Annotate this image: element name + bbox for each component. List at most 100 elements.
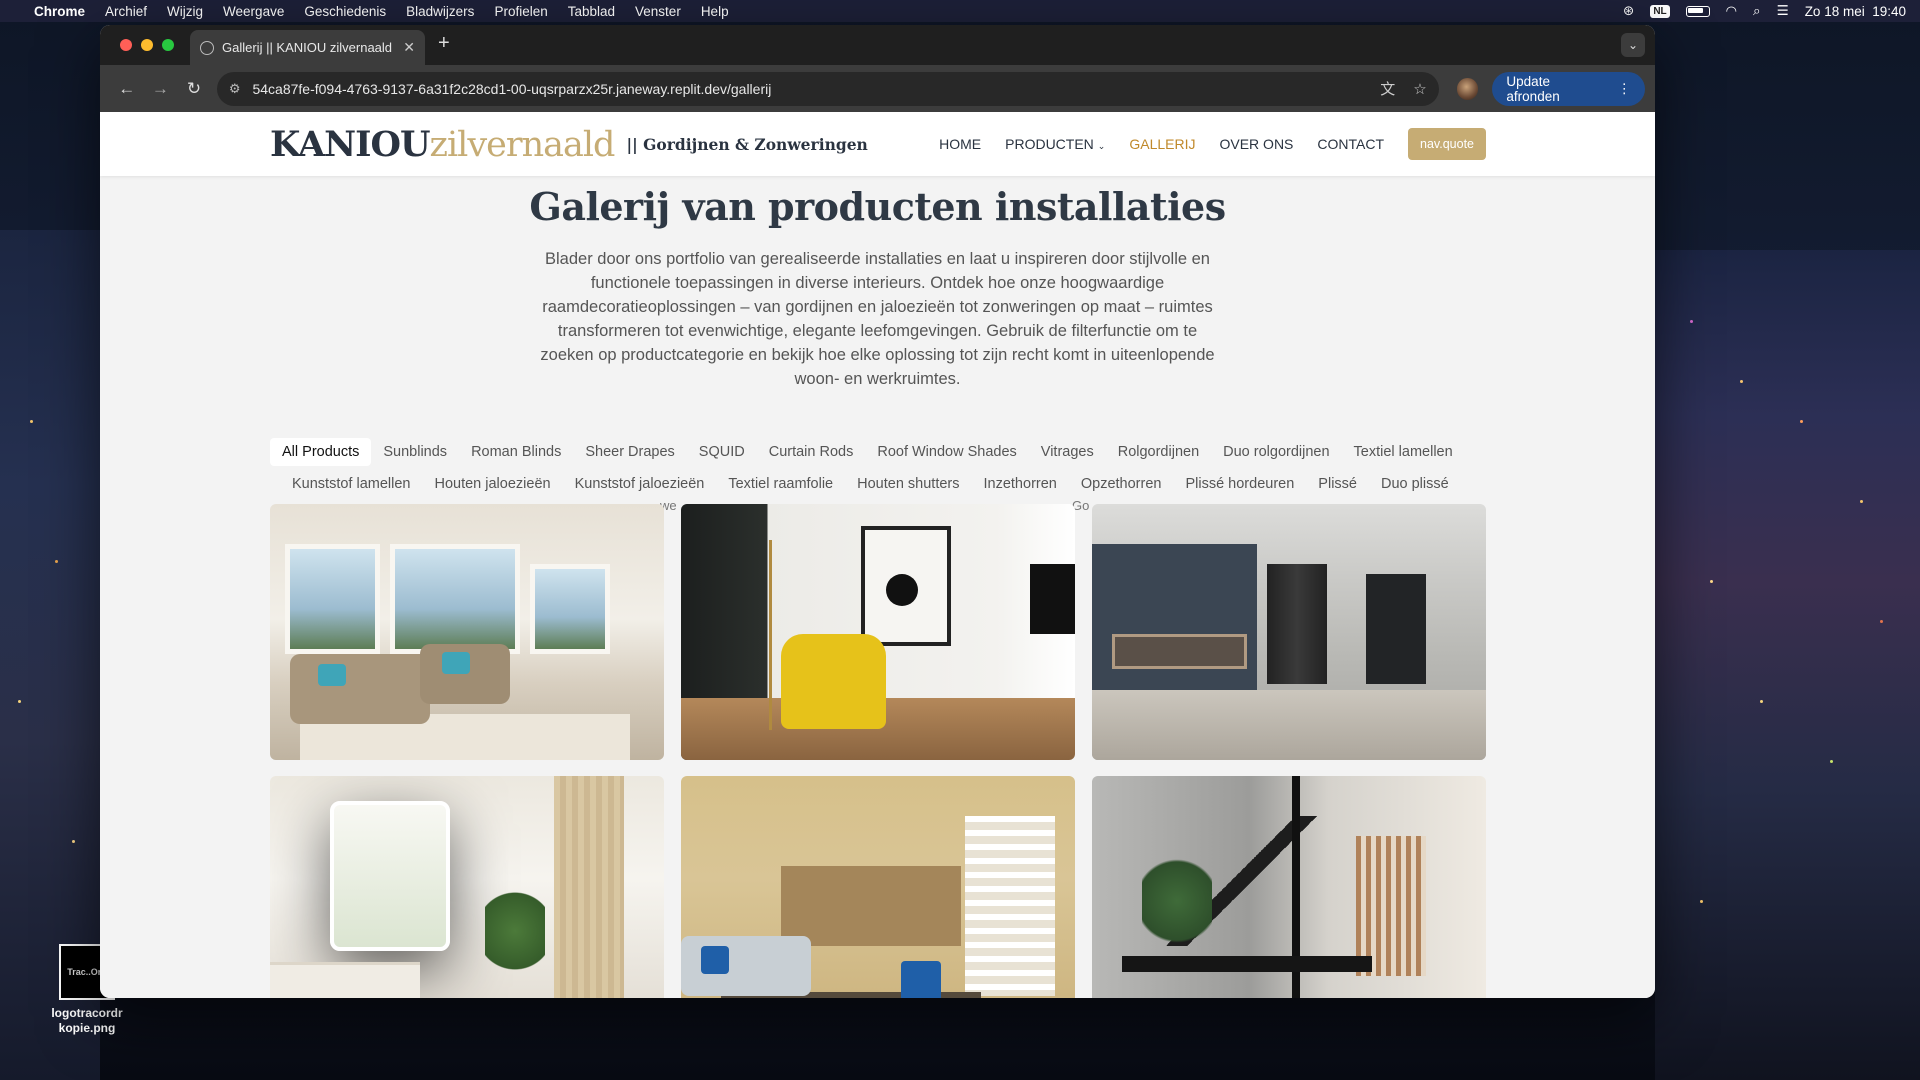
minimize-window-button[interactable] xyxy=(141,39,153,51)
menu-bladwijzers[interactable]: Bladwijzers xyxy=(406,4,474,19)
tab-strip: Gallerij || KANIOU zilvernaald ✕ + ⌄ xyxy=(100,25,1655,65)
floor-lamp-shape xyxy=(769,540,772,730)
menu-geschiedenis[interactable]: Geschiedenis xyxy=(304,4,386,19)
city-light xyxy=(1700,900,1703,903)
filter-kunststof-lamellen[interactable]: Kunststof lamellen xyxy=(280,470,422,498)
drape-shape xyxy=(554,776,624,998)
menu-tabblad[interactable]: Tabblad xyxy=(568,4,615,19)
filter-opzethorren[interactable]: Opzethorren xyxy=(1069,470,1174,498)
menu-profielen[interactable]: Profielen xyxy=(494,4,547,19)
sofa-shape xyxy=(290,654,430,724)
zoom-window-button[interactable] xyxy=(162,39,174,51)
filter-houten-jaloezieen[interactable]: Houten jaloezieën xyxy=(422,470,562,498)
filter-duo-rolgordijnen[interactable]: Duo rolgordijnen xyxy=(1211,438,1341,466)
filter-sunblinds[interactable]: Sunblinds xyxy=(371,438,459,466)
gallery-image[interactable] xyxy=(681,776,1075,998)
filter-textiel-lamellen[interactable]: Textiel lamellen xyxy=(1342,438,1465,466)
quote-button[interactable]: nav.quote xyxy=(1408,128,1486,160)
close-tab-icon[interactable]: ✕ xyxy=(403,39,415,56)
filter-roof-window-shades[interactable]: Roof Window Shades xyxy=(865,438,1028,466)
profile-avatar[interactable] xyxy=(1456,77,1479,100)
input-source-badge[interactable]: NL xyxy=(1650,4,1670,18)
url-text[interactable]: 54ca87fe-f094-4763-9137-6a31f2c28cd1-00-… xyxy=(252,81,1362,97)
filter-inzethorren[interactable]: Inzethorren xyxy=(972,470,1069,498)
gallery-image[interactable] xyxy=(1092,504,1486,760)
shelf-shape xyxy=(1112,634,1247,669)
city-light xyxy=(1710,580,1713,583)
city-light xyxy=(1880,620,1883,623)
menu-venster[interactable]: Venster xyxy=(635,4,681,19)
filter-row-2: Kunststof lamellen Houten jaloezieën Kun… xyxy=(270,468,1486,500)
filter-plisse[interactable]: Plissé xyxy=(1306,470,1369,498)
wifi-icon[interactable]: ◠ xyxy=(1726,3,1737,19)
city-light xyxy=(1830,760,1833,763)
page-title: Galerij van producten installaties xyxy=(529,184,1226,229)
menu-wijzig[interactable]: Wijzig xyxy=(167,4,203,19)
filter-curtain-rods[interactable]: Curtain Rods xyxy=(757,438,866,466)
filter-sheer-drapes[interactable]: Sheer Drapes xyxy=(573,438,686,466)
city-light xyxy=(30,420,33,423)
gallery-image[interactable] xyxy=(1092,776,1486,998)
menu-app-name[interactable]: Chrome xyxy=(34,4,85,19)
logo-main-text: KANIOU xyxy=(270,123,431,165)
filter-rolgordijnen[interactable]: Rolgordijnen xyxy=(1106,438,1211,466)
new-tab-button[interactable]: + xyxy=(438,32,450,55)
menu-weergave[interactable]: Weergave xyxy=(223,4,284,19)
wood-slats-shape xyxy=(1356,836,1426,976)
city-light xyxy=(55,560,58,563)
nav-home[interactable]: HOME xyxy=(939,136,981,152)
reload-icon[interactable]: ↻ xyxy=(177,79,211,99)
gallery-image[interactable] xyxy=(270,504,664,760)
filter-houten-shutters[interactable]: Houten shutters xyxy=(845,470,971,498)
site-header: KANIOUzilvernaald || Gordijnen & Zonweri… xyxy=(100,112,1655,176)
filter-kunststof-jaloezieen[interactable]: Kunststof jaloezieën xyxy=(563,470,717,498)
plant-shape xyxy=(485,886,545,976)
filter-vitrages[interactable]: Vitrages xyxy=(1029,438,1106,466)
chevron-down-icon: ⌄ xyxy=(1097,141,1106,151)
gallery-image[interactable] xyxy=(681,504,1075,760)
battery-icon[interactable] xyxy=(1685,5,1710,17)
nav-gallery[interactable]: GALLERIJ xyxy=(1129,136,1195,152)
menu-help[interactable]: Help xyxy=(701,4,729,19)
forward-arrow-icon[interactable]: → xyxy=(144,79,178,99)
city-light xyxy=(1740,380,1743,383)
gallery-image[interactable] xyxy=(270,776,664,998)
browser-tab-active[interactable]: Gallerij || KANIOU zilvernaald ✕ xyxy=(190,30,425,65)
nav-about[interactable]: OVER ONS xyxy=(1219,136,1293,152)
menu-bar-clock[interactable]: Zo 18 mei 19:40 xyxy=(1805,4,1906,19)
bookmark-star-icon[interactable]: ☆ xyxy=(1413,80,1426,98)
pillow-shape xyxy=(701,946,729,974)
filter-plisse-hordeuren[interactable]: Plissé hordeuren xyxy=(1173,470,1306,498)
filter-roman-blinds[interactable]: Roman Blinds xyxy=(459,438,573,466)
gallery-intro: Galerij van producten installaties Blade… xyxy=(100,184,1655,391)
update-chrome-button[interactable]: Update afronden ⋮ xyxy=(1492,71,1646,106)
site-logo[interactable]: KANIOUzilvernaald xyxy=(270,123,615,165)
pillow-shape xyxy=(318,664,346,686)
site-info-icon[interactable]: ⚙ xyxy=(229,81,241,97)
globe-icon xyxy=(200,40,214,55)
back-arrow-icon[interactable]: ← xyxy=(110,79,144,99)
browser-window: Gallerij || KANIOU zilvernaald ✕ + ⌄ ← →… xyxy=(100,25,1655,998)
close-window-button[interactable] xyxy=(120,39,132,51)
filter-squid[interactable]: SQUID xyxy=(687,438,757,466)
nav-products[interactable]: PRODUCTEN ⌄ xyxy=(1005,136,1105,152)
address-bar[interactable]: ⚙ 54ca87fe-f094-4763-9137-6a31f2c28cd1-0… xyxy=(216,71,1439,106)
filter-all-products[interactable]: All Products xyxy=(270,438,372,466)
city-light xyxy=(1760,700,1763,703)
city-light xyxy=(72,840,75,843)
openai-status-icon[interactable]: ⊛ xyxy=(1623,3,1634,19)
bed-shape xyxy=(270,962,420,998)
armchair-shape xyxy=(781,634,886,729)
kitchen-shape xyxy=(781,866,961,946)
nav-contact[interactable]: CONTACT xyxy=(1317,136,1384,152)
filter-textiel-raamfolie[interactable]: Textiel raamfolie xyxy=(716,470,845,498)
filter-duo-plisse[interactable]: Duo plissé xyxy=(1369,470,1461,498)
translate-icon[interactable]: 文 xyxy=(1380,78,1395,99)
spotlight-search-icon[interactable]: ⌕ xyxy=(1753,3,1761,19)
menu-archief[interactable]: Archief xyxy=(105,4,147,19)
tab-search-chevron-icon[interactable]: ⌄ xyxy=(1621,33,1645,57)
window-shape xyxy=(285,544,380,654)
control-center-icon[interactable]: ☰ xyxy=(1777,3,1789,19)
window-controls xyxy=(120,39,174,51)
table-shape xyxy=(1122,956,1372,972)
